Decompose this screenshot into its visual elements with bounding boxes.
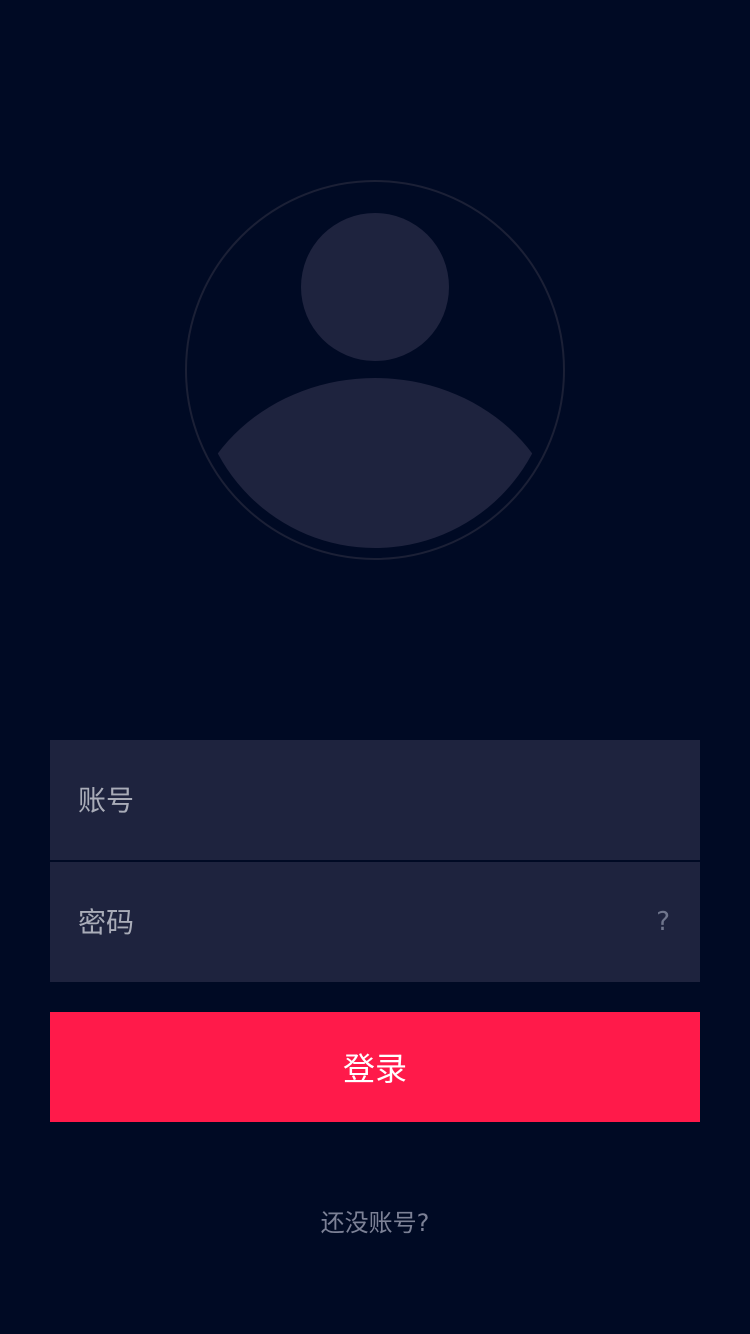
avatar[interactable] — [185, 180, 565, 560]
account-field[interactable] — [50, 740, 700, 860]
password-field[interactable]: ? — [50, 862, 700, 982]
help-icon[interactable]: ? — [656, 909, 670, 935]
signup-link[interactable]: 还没账号? — [0, 1206, 750, 1240]
login-button[interactable]: 登录 — [50, 1012, 700, 1122]
avatar-head — [301, 213, 449, 361]
password-input[interactable] — [50, 862, 700, 982]
account-input[interactable] — [50, 740, 700, 860]
avatar-body — [197, 378, 553, 548]
user-avatar-placeholder-icon — [185, 180, 565, 560]
